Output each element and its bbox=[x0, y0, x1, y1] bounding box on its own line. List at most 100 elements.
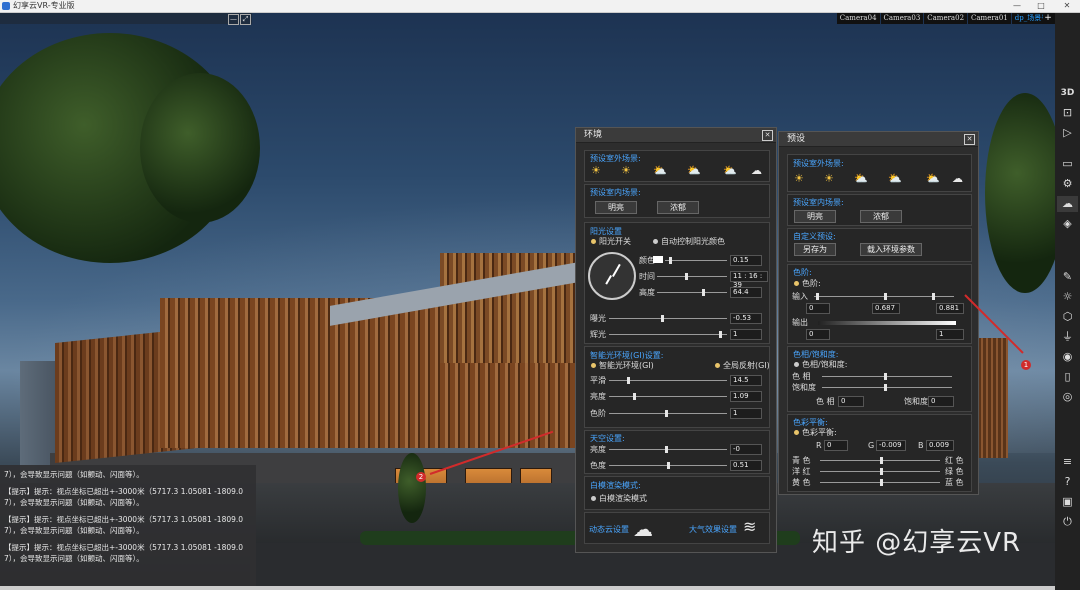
tab-camera03[interactable]: Camera03 bbox=[880, 13, 924, 24]
env-bright-button[interactable]: 明亮 bbox=[595, 201, 637, 214]
maximize-button[interactable]: □ bbox=[1032, 0, 1050, 12]
message-console[interactable]: 7），会导致显示问题（如颤动、闪面等）。 【提示】提示：视点坐标已超出+-300… bbox=[0, 465, 256, 590]
save-icon[interactable]: ▣ bbox=[1057, 494, 1078, 510]
sky-chroma-value[interactable]: 0.51 bbox=[730, 460, 762, 471]
smooth-slider[interactable] bbox=[609, 377, 727, 384]
phone-icon[interactable]: ▯ bbox=[1057, 369, 1078, 385]
white-mode-radio[interactable] bbox=[591, 496, 596, 501]
exposure-value[interactable]: -0.53 bbox=[730, 313, 762, 324]
camera-icon[interactable]: ◉ bbox=[1057, 349, 1078, 365]
preset-dense-button[interactable]: 浓郁 bbox=[860, 210, 902, 223]
screenshot-icon[interactable]: ◎ bbox=[1057, 389, 1078, 405]
yellow-blue-slider[interactable] bbox=[820, 479, 940, 486]
exposure-slider[interactable] bbox=[609, 315, 727, 322]
tab-camera02[interactable]: Camera02 bbox=[924, 13, 968, 24]
cloudy-icon[interactable]: ☁ bbox=[751, 164, 762, 177]
cloudy-icon[interactable]: ☁ bbox=[952, 172, 963, 185]
tab-camera04[interactable]: Camera04 bbox=[836, 13, 880, 24]
environment-close-button[interactable]: ✕ bbox=[762, 130, 773, 141]
output-white-value[interactable]: 1 bbox=[936, 329, 964, 340]
tone-value[interactable]: 1 bbox=[730, 408, 762, 419]
cyan-red-slider[interactable] bbox=[820, 457, 940, 464]
play-icon[interactable]: ▷ bbox=[1057, 125, 1078, 141]
brightness-value[interactable]: 1.09 bbox=[730, 391, 762, 402]
sun-cloud-icon[interactable]: ⛅ bbox=[854, 172, 868, 185]
gear-icon[interactable]: ⚙ bbox=[1057, 176, 1078, 192]
power-icon[interactable]: ⏻ bbox=[1057, 514, 1078, 530]
time-value[interactable]: 11 : 16 : 39 bbox=[730, 271, 768, 289]
edit-icon[interactable]: ✎ bbox=[1057, 269, 1078, 285]
sun-cloud-icon[interactable]: ⛅ bbox=[653, 164, 667, 177]
height-value[interactable]: 64.4 bbox=[730, 287, 762, 298]
hue-slider[interactable] bbox=[822, 373, 952, 380]
smooth-value[interactable]: 14.5 bbox=[730, 375, 762, 386]
popout-view-button[interactable]: ⤢ bbox=[240, 14, 251, 25]
glow-slider[interactable] bbox=[609, 331, 727, 338]
close-window-button[interactable]: ✕ bbox=[1058, 0, 1076, 12]
output-levels-slider[interactable] bbox=[818, 321, 956, 325]
cloud-sun-icon[interactable]: ⛅ bbox=[723, 164, 737, 177]
auto-sun-radio[interactable] bbox=[653, 239, 658, 244]
sky-brightness-value[interactable]: -0 bbox=[730, 444, 762, 455]
levels-radio[interactable] bbox=[794, 281, 799, 286]
dynamic-cloud-icon[interactable]: ☁ bbox=[633, 517, 653, 541]
output-black-value[interactable]: 0 bbox=[806, 329, 830, 340]
saturation-slider[interactable] bbox=[822, 384, 952, 391]
height-slider[interactable] bbox=[657, 289, 727, 296]
list-icon[interactable]: ≡ bbox=[1057, 454, 1078, 470]
dynamic-cloud-button[interactable]: 动态云设置 bbox=[589, 524, 629, 535]
light-icon[interactable]: ☼ bbox=[1057, 289, 1078, 305]
vr-icon[interactable]: ⊡ bbox=[1057, 105, 1078, 121]
time-slider[interactable] bbox=[657, 273, 727, 280]
sunny-icon[interactable]: ☀ bbox=[794, 172, 804, 185]
atmosphere-button[interactable]: 大气效果设置 bbox=[689, 524, 737, 535]
atmosphere-icon[interactable]: ≋ bbox=[743, 517, 756, 536]
load-env-button[interactable]: 载入环境参数 bbox=[860, 243, 922, 256]
b-value[interactable]: 0.009 bbox=[926, 440, 954, 451]
tone-slider[interactable] bbox=[609, 410, 727, 417]
r-value[interactable]: 0 bbox=[824, 440, 848, 451]
add-camera-button[interactable]: + bbox=[1043, 13, 1053, 24]
g-value[interactable]: -0.009 bbox=[876, 440, 906, 451]
saturation-value[interactable]: 0 bbox=[928, 396, 954, 407]
input-mid-value[interactable]: 0.687 bbox=[872, 303, 900, 314]
minimize-view-button[interactable]: — bbox=[228, 14, 239, 25]
box-icon[interactable]: ⬡ bbox=[1057, 309, 1078, 325]
help-icon[interactable]: ? bbox=[1057, 474, 1078, 490]
3d-button[interactable]: 3D bbox=[1057, 85, 1078, 101]
color-value[interactable]: 0.15 bbox=[730, 255, 762, 266]
input-black-value[interactable]: 0 bbox=[806, 303, 830, 314]
save-as-button[interactable]: 另存为 bbox=[794, 243, 836, 256]
brightness-slider[interactable] bbox=[609, 393, 727, 400]
sun-haze-icon[interactable]: ☀ bbox=[621, 164, 631, 177]
partly-cloudy-icon[interactable]: ⛅ bbox=[888, 172, 902, 185]
sun-color-swatch[interactable] bbox=[653, 256, 663, 263]
sun-haze-icon[interactable]: ☀ bbox=[824, 172, 834, 185]
preset-bright-button[interactable]: 明亮 bbox=[794, 210, 836, 223]
weather-icon[interactable]: ☁ bbox=[1057, 196, 1078, 212]
preset-close-button[interactable]: ✕ bbox=[964, 134, 975, 145]
cloud-sun-icon[interactable]: ⛅ bbox=[926, 172, 940, 185]
magenta-green-slider[interactable] bbox=[820, 468, 940, 475]
gi-smart-radio[interactable] bbox=[591, 363, 596, 368]
sun-clock-dial[interactable] bbox=[588, 252, 636, 300]
partly-cloudy-icon[interactable]: ⛅ bbox=[687, 164, 701, 177]
sky-brightness-slider[interactable] bbox=[609, 446, 727, 453]
hue-value[interactable]: 0 bbox=[838, 396, 864, 407]
input-white-value[interactable]: 0.881 bbox=[936, 303, 964, 314]
minimize-button[interactable]: — bbox=[1008, 0, 1026, 12]
input-levels-slider[interactable] bbox=[814, 293, 954, 300]
env-dense-button[interactable]: 浓郁 bbox=[657, 201, 699, 214]
layers-icon[interactable]: ◈ bbox=[1057, 216, 1078, 232]
glow-value[interactable]: 1 bbox=[730, 329, 762, 340]
color-slider[interactable] bbox=[665, 257, 727, 264]
sky-chroma-slider[interactable] bbox=[609, 462, 727, 469]
lamp-icon[interactable]: ⏚ bbox=[1057, 329, 1078, 345]
color-balance-radio[interactable] bbox=[794, 430, 799, 435]
folder-icon[interactable]: ▭ bbox=[1057, 156, 1078, 172]
gi-global-radio[interactable] bbox=[715, 363, 720, 368]
sun-switch-radio[interactable] bbox=[591, 239, 596, 244]
tab-camera01[interactable]: Camera01 bbox=[968, 13, 1011, 24]
sunny-icon[interactable]: ☀ bbox=[591, 164, 601, 177]
hue-sat-radio[interactable] bbox=[794, 362, 799, 367]
